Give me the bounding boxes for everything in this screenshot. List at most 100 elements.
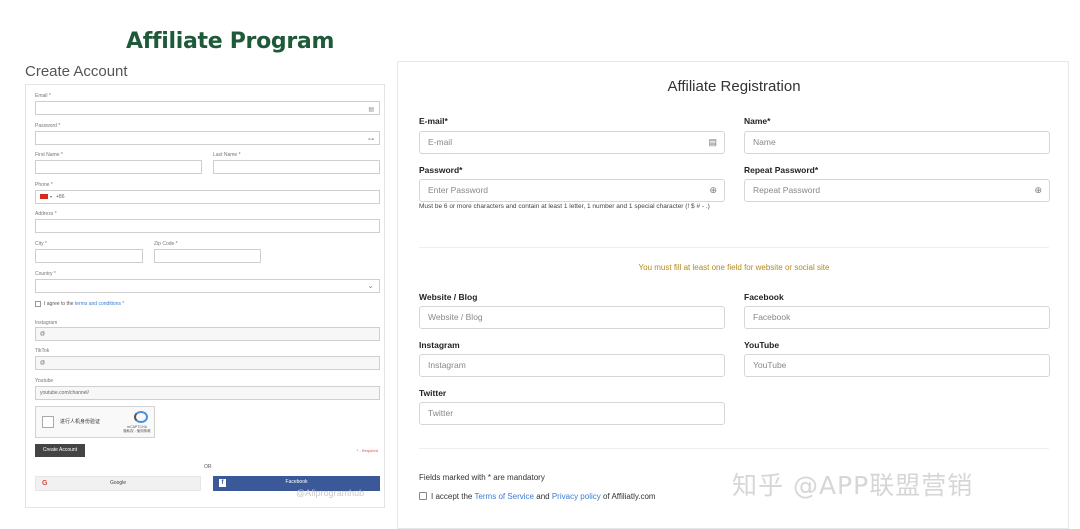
tiktok-label: TikTok — [35, 348, 50, 354]
instagram-label: Instagram — [419, 340, 460, 350]
or-divider: OR — [204, 464, 212, 470]
recaptcha-links[interactable]: 隐私权 - 使用条款 — [122, 429, 152, 433]
phone-value: +86 — [56, 194, 65, 200]
mandatory-note: Fields marked with * are mandatory — [419, 473, 545, 482]
repeat-password-field[interactable]: Repeat Password ⊕ — [744, 179, 1050, 202]
password-placeholder: Enter Password — [428, 185, 488, 195]
key-icon: ⊶ — [368, 137, 374, 143]
terms-prefix: I agree to the — [44, 301, 74, 307]
password-label: Password* — [419, 165, 463, 175]
country-label: Country * — [35, 271, 56, 277]
facebook-label: Facebook — [744, 292, 784, 302]
zip-input[interactable] — [154, 249, 261, 263]
accept-and: and — [536, 492, 550, 501]
instagram-label: Instagram — [35, 320, 58, 326]
tiktok-prefix: @ — [40, 360, 46, 366]
terms-of-service-link[interactable]: Terms of Service — [474, 492, 534, 501]
terms-required-mark: * — [121, 301, 125, 307]
key-icon: ⊕ — [1034, 185, 1042, 195]
instagram-prefix: @ — [40, 331, 46, 337]
recaptcha-text: 进行人机身份验证 — [60, 419, 101, 425]
terms-text: I agree to the terms and conditions * — [44, 301, 124, 307]
recaptcha-checkbox[interactable] — [42, 416, 54, 428]
social-required-notice: You must fill at least one field for web… — [638, 263, 830, 272]
password-label: Password * — [35, 123, 61, 129]
recaptcha-brand: reCAPTCHA 隐私权 - 使用条款 — [122, 425, 152, 433]
accept-prefix: I accept the — [431, 492, 473, 501]
name-field[interactable]: Name — [744, 131, 1050, 154]
instagram-placeholder: Instagram — [428, 360, 466, 370]
country-code-caret[interactable]: ▾ — [50, 194, 52, 199]
create-account-form: Email * ▤ Password * ⊶ First Name * Last… — [25, 84, 385, 508]
website-field[interactable]: Website / Blog — [419, 306, 725, 329]
create-account-button[interactable]: Create Account — [35, 444, 85, 457]
instagram-input[interactable]: @ — [35, 327, 380, 341]
youtube-label: Youtube — [35, 378, 54, 384]
accept-terms-row: I accept the Terms of Service and Privac… — [419, 492, 656, 501]
first-name-label: First Name * — [35, 152, 63, 158]
facebook-placeholder: Facebook — [753, 312, 791, 322]
phone-input[interactable]: ▾ +86 — [35, 190, 380, 204]
google-button-label: Google — [109, 480, 127, 486]
email-field[interactable]: E-mail ▤ — [419, 131, 725, 154]
youtube-field[interactable]: YouTube — [744, 354, 1050, 377]
youtube-input[interactable]: youtube.com/channel/ — [35, 386, 380, 400]
facebook-field[interactable]: Facebook — [744, 306, 1050, 329]
google-icon: G — [42, 480, 48, 487]
city-label: City * — [35, 241, 47, 247]
facebook-icon: f — [219, 479, 226, 487]
recaptcha-logo-icon — [134, 411, 148, 423]
password-hint: Must be 6 or more characters and contain… — [419, 203, 710, 210]
name-placeholder: Name — [753, 137, 776, 147]
password-input[interactable]: ⊶ — [35, 131, 380, 145]
required-note: * - Required — [356, 448, 378, 453]
password-field[interactable]: Enter Password ⊕ — [419, 179, 725, 202]
website-placeholder: Website / Blog — [428, 312, 483, 322]
left-watermark: @Afiprogramhub — [296, 488, 365, 498]
key-icon: ⊕ — [709, 185, 717, 195]
chevron-down-icon: ⌄ — [367, 281, 374, 290]
phone-label: Phone * — [35, 182, 53, 188]
google-signin-button[interactable]: G Google — [35, 476, 201, 491]
website-label: Website / Blog — [419, 292, 478, 302]
tiktok-input[interactable]: @ — [35, 356, 380, 370]
contact-card-icon: ▤ — [708, 137, 717, 147]
last-name-label: Last Name * — [213, 152, 241, 158]
privacy-policy-link[interactable]: Privacy policy — [552, 492, 601, 501]
china-flag-icon[interactable] — [40, 194, 48, 200]
email-input[interactable]: ▤ — [35, 101, 380, 115]
twitter-label: Twitter — [419, 388, 447, 398]
youtube-label: YouTube — [744, 340, 780, 350]
zhihu-watermark: 知乎 @APP联盟营销 — [732, 471, 974, 500]
email-placeholder: E-mail — [428, 137, 453, 147]
affiliate-program-logo: Affiliate Program — [126, 29, 335, 54]
youtube-placeholder: YouTube — [753, 360, 787, 370]
terms-checkbox[interactable] — [35, 301, 41, 307]
address-input[interactable] — [35, 219, 380, 233]
accept-terms-checkbox[interactable] — [419, 492, 427, 500]
repeat-password-placeholder: Repeat Password — [753, 185, 821, 195]
youtube-prefix: youtube.com/channel/ — [40, 390, 89, 396]
section-divider — [419, 448, 1049, 449]
create-account-title: Create Account — [25, 63, 128, 80]
city-input[interactable] — [35, 249, 143, 263]
name-label: Name* — [744, 116, 771, 126]
contact-card-icon: ▤ — [368, 107, 374, 113]
facebook-button-label: Facebook — [285, 479, 308, 485]
terms-link[interactable]: terms and conditions — [75, 301, 121, 307]
twitter-placeholder: Twitter — [428, 408, 454, 418]
last-name-input[interactable] — [213, 160, 380, 174]
registration-title: Affiliate Registration — [667, 78, 801, 95]
affiliate-registration-form: Affiliate Registration E-mail* E-mail ▤ … — [397, 61, 1069, 529]
address-label: Address * — [35, 211, 57, 217]
twitter-field[interactable]: Twitter — [419, 402, 725, 425]
instagram-field[interactable]: Instagram — [419, 354, 725, 377]
recaptcha-widget: 进行人机身份验证 reCAPTCHA 隐私权 - 使用条款 — [35, 406, 155, 438]
email-label: E-mail* — [419, 116, 448, 126]
first-name-input[interactable] — [35, 160, 202, 174]
email-label: Email * — [35, 93, 51, 99]
country-select[interactable]: ⌄ — [35, 279, 380, 293]
zip-label: Zip Code * — [154, 241, 178, 247]
repeat-password-label: Repeat Password* — [744, 165, 819, 175]
section-divider — [419, 247, 1049, 248]
